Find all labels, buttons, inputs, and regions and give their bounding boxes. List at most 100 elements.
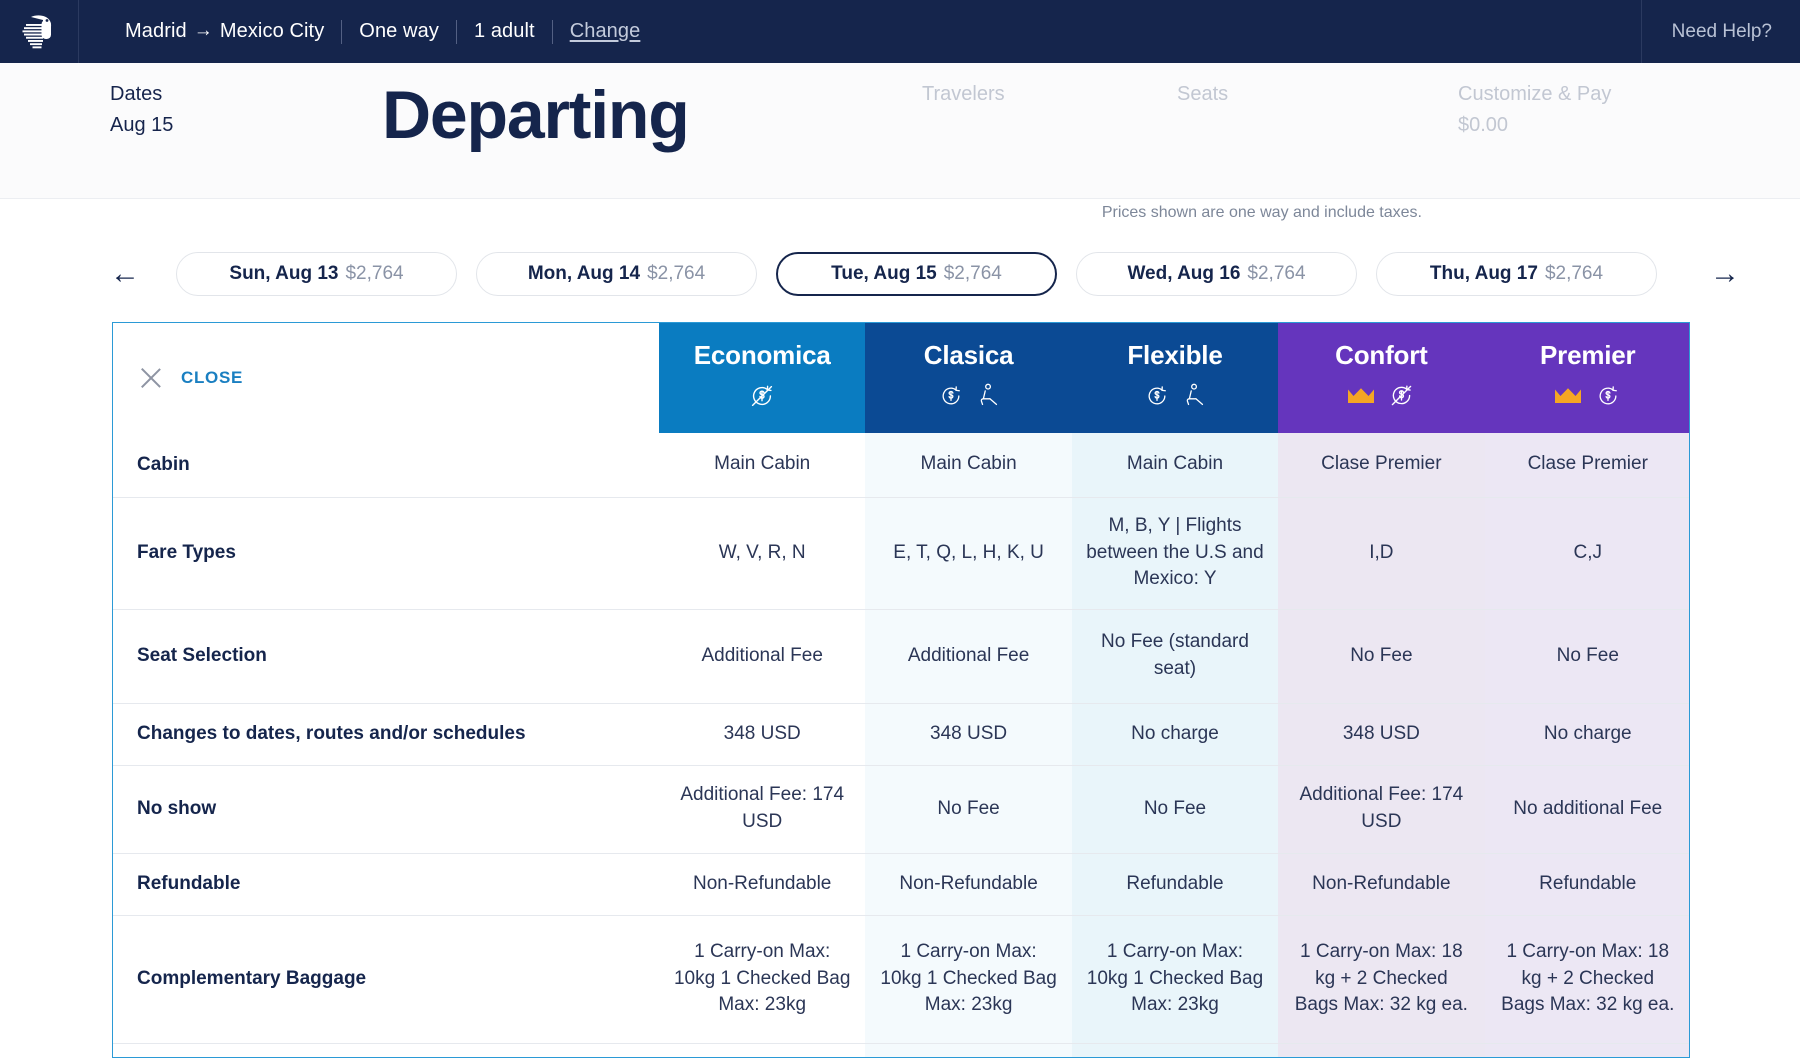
table-row: No show Additional Fee: 174 USD No Fee N… <box>113 765 1689 853</box>
fare-name: Clasica <box>923 339 1014 370</box>
dates-step-label: Dates <box>110 83 163 105</box>
no-refund-icon <box>752 385 773 406</box>
fare-column-header-confort[interactable]: Confort <box>1278 323 1485 433</box>
page-title: Departing <box>382 77 690 153</box>
step-seats-label: Seats <box>1177 83 1229 105</box>
date-pill-price: $2,764 <box>345 263 404 284</box>
fare-table-header-row: CLOSE Economica Clasica Flexible Confort… <box>113 323 1689 433</box>
table-row: Seat Selection Additional Fee Additional… <box>113 609 1689 703</box>
trip-type: One way <box>359 20 439 42</box>
fare-name: Economica <box>693 339 831 370</box>
fare-icons <box>1489 379 1687 413</box>
refund-icon <box>942 385 960 404</box>
step-pay-label: Customize & Pay <box>1458 83 1612 105</box>
date-pill[interactable]: Wed, Aug 16 $2,764 <box>1076 252 1357 296</box>
table-cell: No charge <box>1071 703 1279 765</box>
table-cell: Additional Fee <box>865 609 1072 703</box>
trip-summary: Madrid → Mexico City One way 1 adult Chang… <box>125 19 658 44</box>
dates-step-value: Aug 15 <box>110 114 174 136</box>
fare-icons <box>1076 379 1274 413</box>
crown-icon <box>1555 387 1582 403</box>
table-cell: 348 USD <box>659 703 866 765</box>
date-pill-date: Tue, Aug 15 <box>831 263 937 284</box>
date-pill[interactable]: Thu, Aug 17 $2,764 <box>1376 252 1657 296</box>
booking-step-header: Dates Aug 15 Departing Travelers Seats C… <box>0 63 1800 199</box>
trip-passengers: 1 adult <box>473 20 535 42</box>
table-cell: 348 USD <box>1278 703 1485 765</box>
table-cell: C,J <box>1484 497 1689 609</box>
table-cell: 15% <box>865 1043 1072 1057</box>
seat-icon <box>980 383 997 405</box>
trip-destination: Mexico City <box>219 20 325 42</box>
table-cell: No Fee <box>1071 765 1279 853</box>
table-cell: 1 Carry-on Max: 10kg 1 Checked Bag Max: … <box>1071 915 1279 1043</box>
refund-icon <box>1599 385 1618 404</box>
close-x-icon <box>137 365 163 391</box>
table-cell: W, V, R, N <box>659 497 866 609</box>
step-travelers[interactable]: Travelers <box>922 79 1005 110</box>
table-cell: 1 Carry-on Max: 10kg 1 Checked Bag Max: … <box>865 915 1072 1043</box>
close-button-label: CLOSE <box>181 368 244 387</box>
table-cell: No Fee <box>1484 609 1689 703</box>
table-cell: Non-Refundable <box>865 853 1072 915</box>
step-customize-and-pay[interactable]: Customize & Pay $0.00 <box>1458 79 1611 141</box>
date-pill[interactable]: Mon, Aug 14 $2,764 <box>476 252 757 296</box>
table-cell: No charge <box>1484 703 1689 765</box>
next-dates-arrow-icon[interactable]: → <box>1702 259 1748 289</box>
row-label: Seat Selection <box>113 609 659 703</box>
table-cell: E, T, Q, L, H, K, U <box>865 497 1072 609</box>
table-cell: Non-Refundable <box>1278 853 1485 915</box>
table-row: Complementary Baggage 1 Carry-on Max: 10… <box>113 915 1689 1043</box>
table-cell: 1 Carry-on Max: 18 kg + 2 Checked Bags M… <box>1278 915 1485 1043</box>
fare-column-header-flexible[interactable]: Flexible <box>1071 323 1279 433</box>
need-help-link[interactable]: Need Help? <box>1642 21 1800 43</box>
fare-column-header-premier[interactable]: Premier <box>1484 323 1689 433</box>
row-label: Cabin <box>113 433 659 497</box>
table-row: Children (2-11 years) 15% 15% 15% 15% 15… <box>113 1043 1689 1057</box>
fare-comparison-table: CLOSE Economica Clasica Flexible Confort… <box>112 322 1690 1058</box>
table-cell: 15% <box>659 1043 866 1057</box>
table-cell: 15% <box>1278 1043 1485 1057</box>
fare-icons <box>1282 379 1480 413</box>
fare-column-header-economica[interactable]: Economica <box>659 323 866 433</box>
table-row: Changes to dates, routes and/or schedule… <box>113 703 1689 765</box>
table-row: Refundable Non-Refundable Non-Refundable… <box>113 853 1689 915</box>
table-cell: 1 Carry-on Max: 10kg 1 Checked Bag Max: … <box>659 915 866 1043</box>
date-pill-date: Sun, Aug 13 <box>229 263 339 284</box>
table-cell: Non-Refundable <box>659 853 866 915</box>
table-cell: Clase Premier <box>1278 433 1485 497</box>
fare-icons <box>663 379 861 413</box>
aeromexico-eagle-logo <box>22 14 52 48</box>
seat-icon <box>1186 383 1204 405</box>
table-cell: Refundable <box>1484 853 1689 915</box>
date-pill-selected[interactable]: Tue, Aug 15 $2,764 <box>776 252 1057 296</box>
close-button[interactable]: CLOSE <box>113 365 659 391</box>
table-cell: Refundable <box>1071 853 1279 915</box>
fare-column-header-clasica[interactable]: Clasica <box>865 323 1072 433</box>
price-disclaimer: Prices shown are one way and include tax… <box>1101 204 1422 221</box>
row-label: Complementary Baggage <box>113 915 659 1043</box>
date-pill[interactable]: Sun, Aug 13 $2,764 <box>176 252 457 296</box>
table-cell: Additional Fee: 174 USD <box>1278 765 1485 853</box>
refund-icon <box>1148 385 1166 404</box>
date-selector-strip: ← Sun, Aug 13 $2,764 Mon, Aug 14 $2,764 … <box>0 248 1800 300</box>
previous-dates-arrow-icon[interactable]: ← <box>102 259 148 289</box>
step-seats[interactable]: Seats <box>1177 79 1228 110</box>
trip-origin: Madrid <box>125 20 187 42</box>
fare-name: Flexible <box>1127 339 1223 370</box>
date-pill-date: Mon, Aug 14 <box>527 263 641 284</box>
close-header-cell: CLOSE <box>113 323 659 433</box>
row-label: Fare Types <box>113 497 659 609</box>
table-cell: Main Cabin <box>659 433 866 497</box>
row-label: Children (2-11 years) <box>113 1043 659 1057</box>
dates-step[interactable]: Dates Aug 15 <box>110 79 173 141</box>
table-cell: Additional Fee <box>659 609 866 703</box>
top-navigation-bar: Madrid → Mexico City One way 1 adult Chang… <box>0 0 1800 63</box>
aeromexico-logo[interactable] <box>0 0 78 63</box>
change-trip-link[interactable]: Change <box>553 20 658 43</box>
table-cell: No additional Fee <box>1484 765 1689 853</box>
row-label: Refundable <box>113 853 659 915</box>
trip-route: Madrid → Mexico City <box>125 20 341 43</box>
crown-icon <box>1348 387 1375 403</box>
table-cell: M, B, Y | Flights between the U.S and Me… <box>1071 497 1279 609</box>
